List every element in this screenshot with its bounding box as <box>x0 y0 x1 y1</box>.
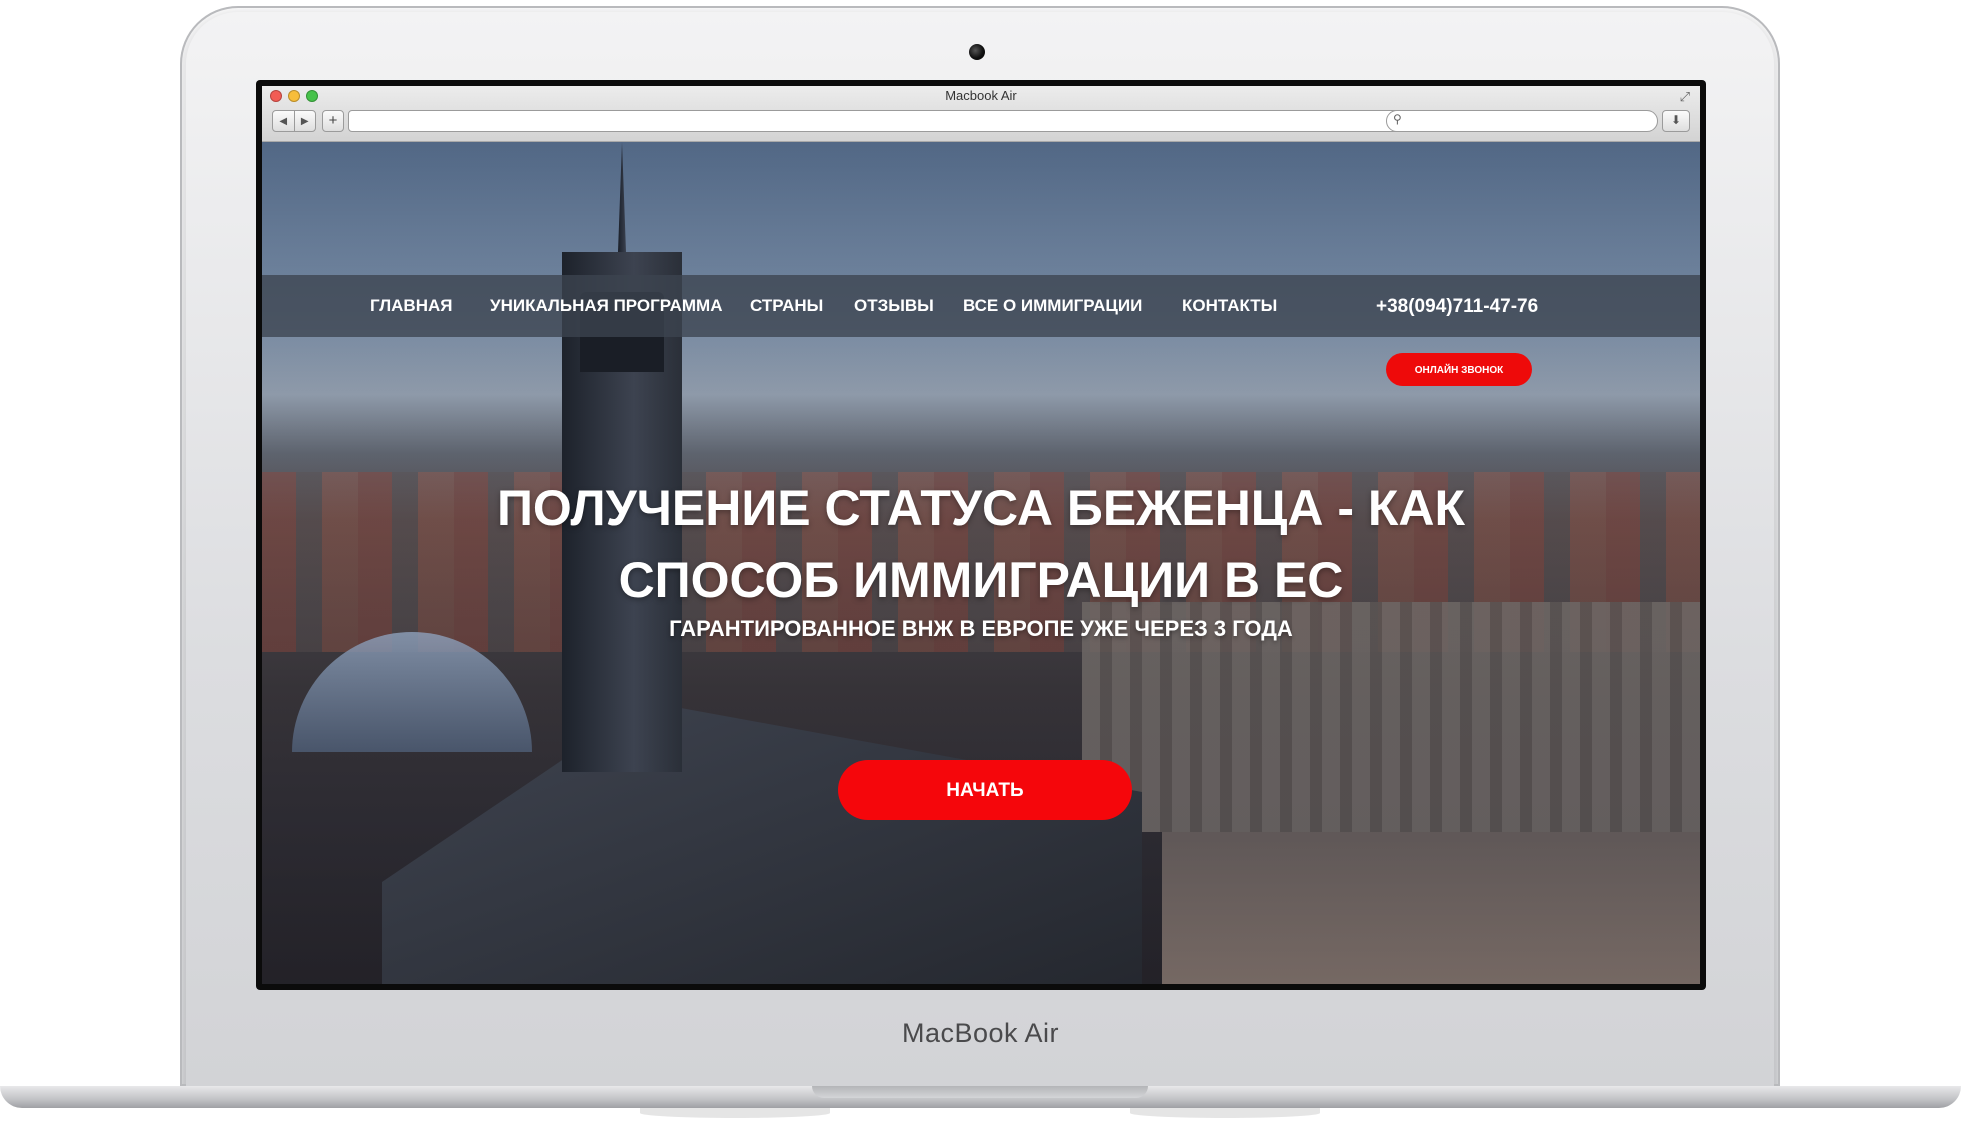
nav-link-contacts[interactable]: КОНТАКТЫ <box>1182 275 1277 337</box>
hero-title: ПОЛУЧЕНИЕ СТАТУСА БЕЖЕНЦА - КАК СПОСОБ И… <box>262 472 1700 616</box>
page-viewport: ГЛАВНАЯ УНИКАЛЬНАЯ ПРОГРАММА СТРАНЫ ОТЗЫ… <box>262 142 1700 984</box>
nav-link-immigration[interactable]: ВСЕ О ИММИГРАЦИИ <box>963 275 1142 337</box>
start-button[interactable]: НАЧАТЬ <box>838 760 1132 820</box>
laptop-hinge-notch <box>812 1086 1148 1098</box>
nav-link-program[interactable]: УНИКАЛЬНАЯ ПРОГРАММА <box>490 275 723 337</box>
back-icon[interactable]: ◀ <box>273 111 295 131</box>
nav-link-reviews[interactable]: ОТЗЫВЫ <box>854 275 934 337</box>
background-spire <box>618 142 626 252</box>
site-navigation: ГЛАВНАЯ УНИКАЛЬНАЯ ПРОГРАММА СТРАНЫ ОТЗЫ… <box>262 275 1700 337</box>
address-bar: ↻ <box>348 110 1464 132</box>
nav-link-countries[interactable]: СТРАНЫ <box>750 275 823 337</box>
hero-title-line-2: СПОСОБ ИММИГРАЦИИ В ЕС <box>618 552 1344 608</box>
fullscreen-icon[interactable]: ⤢ <box>1680 89 1690 105</box>
search-field[interactable]: ⚲ <box>1386 110 1658 132</box>
hero-title-line-1: ПОЛУЧЕНИЕ СТАТУСА БЕЖЕНЦА - КАК <box>496 480 1466 536</box>
hero-subtitle: ГАРАНТИРОВАННОЕ ВНЖ В ЕВРОПЕ УЖЕ ЧЕРЕЗ 3… <box>669 616 1293 641</box>
nav-link-home[interactable]: ГЛАВНАЯ <box>370 275 452 337</box>
device-brand-label: MacBook Air <box>901 1018 1060 1048</box>
forward-icon[interactable]: ▶ <box>295 111 316 131</box>
online-call-button[interactable]: ОНЛАЙН ЗВОНОК <box>1386 353 1532 386</box>
browser-titlebar: Macbook Air ⤢ ◀ ▶ + ↻ ⚲ ⬇ <box>262 86 1700 142</box>
new-tab-button[interactable]: + <box>322 110 344 132</box>
url-input[interactable] <box>349 111 1441 129</box>
laptop-foot-right <box>1130 1108 1320 1118</box>
history-buttons: ◀ ▶ <box>272 110 316 132</box>
search-icon: ⚲ <box>1393 112 1402 126</box>
browser-window: Macbook Air ⤢ ◀ ▶ + ↻ ⚲ ⬇ ГЛАВНАЯ УНИКАЛ… <box>262 86 1700 984</box>
laptop-foot-left <box>640 1108 830 1118</box>
camera-icon <box>969 44 985 60</box>
background-square <box>1162 832 1700 984</box>
download-icon[interactable]: ⬇ <box>1662 110 1690 132</box>
phone-number[interactable]: +38(094)711-47-76 <box>1376 275 1538 339</box>
window-title: Macbook Air <box>945 88 1017 103</box>
